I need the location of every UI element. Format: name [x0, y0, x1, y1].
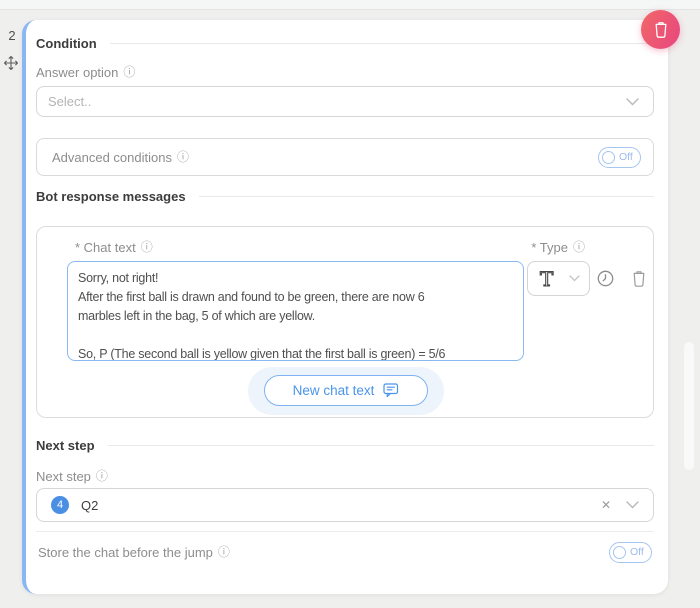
next-step-title: Next step [36, 438, 95, 453]
text-type-icon: T [540, 269, 553, 289]
type-label: * Type ⓘ [531, 239, 585, 255]
advanced-conditions-row: Advanced conditions ⓘ Off [36, 138, 654, 176]
section-rule [199, 196, 654, 197]
new-chat-text-button[interactable]: New chat text [264, 375, 428, 406]
toggle-state-label: Off [619, 151, 633, 163]
step-number: 2 [4, 28, 20, 43]
info-icon[interactable]: ⓘ [177, 151, 189, 163]
store-chat-toggle[interactable]: Off [609, 542, 652, 563]
type-select[interactable]: T [527, 261, 590, 296]
next-step-section-header: Next step [36, 435, 654, 455]
info-icon[interactable]: ⓘ [218, 546, 230, 558]
next-step-selected-option: 4 Q2 [51, 496, 601, 514]
answer-option-label: Answer option ⓘ [36, 64, 135, 80]
info-icon[interactable]: ⓘ [573, 241, 585, 253]
condition-title: Condition [36, 36, 97, 51]
chevron-down-icon [626, 501, 639, 509]
delay-clock-button[interactable] [595, 268, 615, 288]
condition-section-header: Condition [36, 33, 654, 53]
delete-message-button[interactable] [630, 269, 648, 288]
bot-response-section-header: Bot response messages [36, 186, 654, 206]
new-chat-text-label: New chat text [293, 383, 375, 398]
info-icon[interactable]: ⓘ [141, 241, 153, 253]
next-step-value: Q2 [81, 498, 98, 513]
bot-response-title: Bot response messages [36, 189, 186, 204]
move-handle-icon[interactable] [3, 55, 19, 71]
chevron-down-icon [626, 98, 639, 106]
store-chat-row: Store the chat before the jump ⓘ Off [38, 532, 652, 572]
chevron-down-icon [569, 275, 580, 282]
store-chat-label: Store the chat before the jump ⓘ [38, 544, 230, 560]
block-card: Condition Answer option ⓘ Select.. Advan… [22, 20, 668, 594]
next-step-label: Next step ⓘ [36, 468, 108, 484]
trash-icon [631, 270, 647, 288]
advanced-conditions-label: Advanced conditions ⓘ [52, 149, 189, 165]
next-step-select[interactable]: 4 Q2 ✕ [36, 488, 654, 522]
answer-select-placeholder: Select.. [48, 94, 91, 109]
chat-text-label: * Chat text ⓘ [75, 239, 153, 255]
step-badge: 4 [51, 496, 69, 514]
toggle-knob [602, 151, 615, 164]
section-rule [108, 445, 654, 446]
info-icon[interactable]: ⓘ [96, 470, 108, 482]
chat-bubble-icon [383, 383, 399, 398]
answer-option-select[interactable]: Select.. [36, 86, 654, 117]
top-divider [0, 0, 700, 10]
delete-block-button[interactable] [641, 10, 680, 49]
scrollbar-thumb[interactable] [684, 342, 694, 470]
section-rule [110, 43, 654, 44]
info-icon[interactable]: ⓘ [123, 66, 135, 78]
chat-text-input[interactable]: Sorry, not right!After the first ball is… [67, 261, 524, 361]
toggle-knob [613, 546, 626, 559]
trash-icon [653, 21, 669, 39]
clear-selection-icon[interactable]: ✕ [601, 499, 611, 511]
chat-message-panel: * Chat text ⓘ * Type ⓘ Sorry, not right!… [36, 226, 654, 418]
toggle-state-label: Off [630, 546, 644, 558]
advanced-conditions-toggle[interactable]: Off [598, 147, 641, 168]
clock-icon [596, 269, 615, 288]
